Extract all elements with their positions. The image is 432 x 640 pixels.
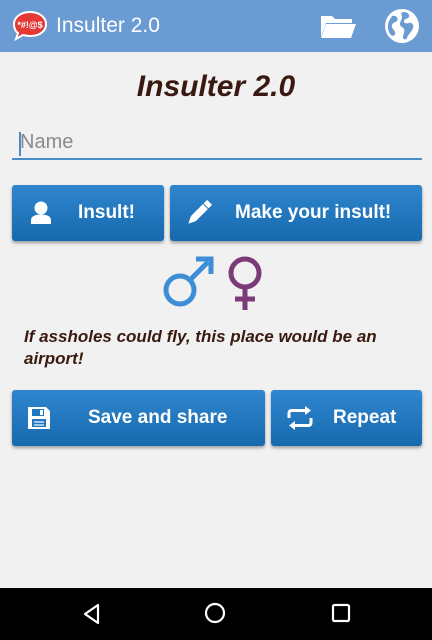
make-insult-button[interactable]: Make your insult! — [170, 185, 422, 241]
make-insult-button-label: Make your insult! — [235, 202, 392, 223]
page-title: Insulter 2.0 — [136, 70, 296, 103]
text-cursor — [19, 132, 21, 156]
insult-text: If assholes could fly, this place would … — [24, 327, 377, 368]
insult-button-label: Insult! — [78, 202, 135, 223]
globe-icon[interactable] — [383, 7, 421, 45]
repeat-button[interactable]: Repeat — [271, 390, 422, 446]
back-icon[interactable] — [80, 602, 104, 626]
app-bar: *#!@$ Insulter 2.0 — [0, 0, 432, 52]
female-symbol-icon[interactable] — [221, 254, 269, 312]
svg-text:*#!@$: *#!@$ — [17, 20, 42, 30]
repeat-icon — [287, 406, 313, 430]
insult-button[interactable]: Insult! — [12, 185, 164, 241]
repeat-button-label: Repeat — [333, 407, 397, 428]
male-symbol-icon[interactable] — [160, 254, 216, 310]
user-icon — [31, 201, 51, 224]
save-and-share-button-label: Save and share — [88, 407, 228, 428]
navigation-bar — [0, 588, 432, 640]
home-icon[interactable] — [203, 601, 227, 625]
pencil-icon — [188, 199, 213, 224]
folder-icon[interactable] — [318, 10, 358, 42]
save-icon — [28, 407, 50, 429]
app-logo-icon: *#!@$ — [12, 10, 48, 42]
save-and-share-button[interactable]: Save and share — [12, 390, 265, 446]
name-input[interactable] — [12, 126, 422, 160]
recents-icon[interactable] — [330, 602, 352, 624]
app-title: Insulter 2.0 — [56, 14, 160, 37]
